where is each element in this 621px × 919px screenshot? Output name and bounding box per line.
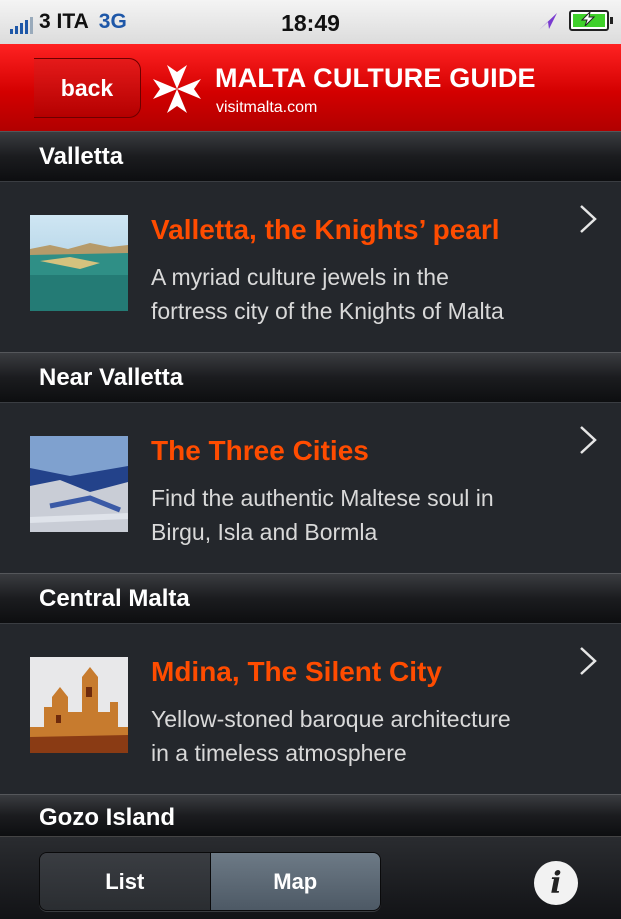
list-item-three-cities[interactable]: The Three Cities Find the authentic Malt… — [0, 402, 621, 573]
app-subtitle: visitmalta.com — [216, 99, 318, 116]
valletta-thumbnail — [30, 215, 128, 311]
back-button[interactable]: back — [34, 58, 141, 118]
status-bar: 3 ITA 3G 18:49 — [0, 0, 621, 44]
location-arrow-icon — [539, 12, 557, 30]
three-cities-thumbnail — [30, 436, 128, 532]
item-description: Yellow-stoned baroque architecture in a … — [151, 706, 511, 766]
section-header-near-valletta: Near Valletta — [0, 352, 621, 402]
maltese-cross-logo — [153, 65, 201, 113]
section-header-central-malta: Central Malta — [0, 573, 621, 623]
mdina-thumbnail — [30, 657, 128, 753]
back-button-label: back — [60, 74, 114, 101]
list-item-mdina[interactable]: Mdina, The Silent City Yellow-stoned bar… — [0, 623, 621, 794]
status-right — [537, 10, 613, 31]
view-segmented-control: List Map — [39, 852, 381, 911]
bottom-toolbar: List Map i — [0, 836, 621, 919]
item-description: Find the authentic Maltese soul in Birgu… — [151, 485, 494, 545]
chevron-right-icon — [580, 205, 597, 233]
section-header-gozo-island: Gozo Island — [0, 794, 621, 836]
app-header: back MALTA CULTURE GUIDE visitmalta.com — [0, 44, 621, 133]
list-item-valletta[interactable]: Valletta, the Knights’ pearl A myriad cu… — [0, 181, 621, 352]
item-title: Valletta, the Knights’ pearl — [151, 214, 500, 245]
info-icon[interactable]: i — [534, 861, 578, 905]
clock: 18:49 — [281, 10, 340, 36]
app-title: MALTA CULTURE GUIDE — [215, 63, 536, 93]
item-description: A myriad culture jewels in the fortress … — [151, 264, 504, 324]
chevron-right-icon — [580, 426, 597, 454]
section-header-valletta: Valletta — [0, 131, 621, 181]
list-tab[interactable]: List — [40, 853, 210, 910]
item-title: The Three Cities — [151, 435, 369, 466]
item-title: Mdina, The Silent City — [151, 656, 442, 687]
map-tab[interactable]: Map — [209, 853, 380, 910]
battery-icon — [569, 10, 613, 31]
chevron-right-icon — [580, 647, 597, 675]
